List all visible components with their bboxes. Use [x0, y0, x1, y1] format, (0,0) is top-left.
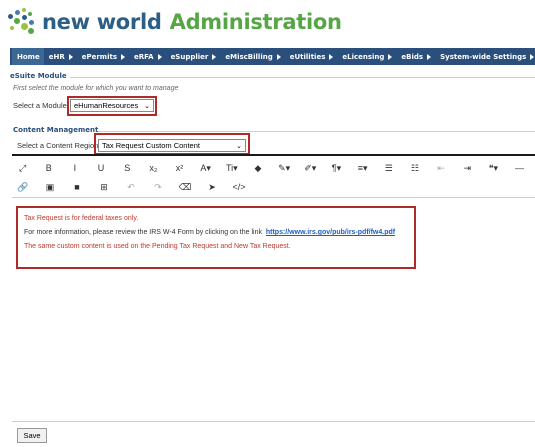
text-style-icon[interactable]: Ti▾ — [221, 159, 242, 177]
unordered-list-icon[interactable]: ☷ — [404, 159, 425, 177]
horizontal-rule-icon[interactable]: ― — [509, 159, 530, 177]
editor-content-highlight-box: Tax Request is for federal taxes only. F… — [16, 206, 416, 269]
caret-right-icon — [68, 53, 73, 60]
editor-bottom-border — [12, 421, 535, 422]
nav-item-elicensing[interactable]: eLicensing — [337, 48, 396, 65]
code-view-icon[interactable]: </> — [228, 178, 250, 196]
caret-right-icon — [388, 53, 393, 60]
module-hint: First select the module for which you wa… — [13, 85, 179, 92]
subscript-icon[interactable]: x₂ — [143, 159, 164, 177]
irs-form-link[interactable]: https://www.irs.gov/pub/irs-pdf/fw4.pdf — [266, 229, 395, 236]
text-color-icon[interactable]: ✎▾ — [274, 159, 295, 177]
nav-item-erfa[interactable]: eRFA — [129, 48, 166, 65]
section-divider — [98, 131, 535, 132]
nav-label: eUtilities — [289, 52, 326, 61]
nav-label: eHR — [48, 52, 65, 61]
align-icon[interactable]: ≡▾ — [352, 159, 373, 177]
italic-icon[interactable]: I — [64, 159, 85, 177]
redo-icon[interactable]: ↷ — [147, 178, 169, 196]
editor-top-border — [12, 154, 535, 156]
nav-label: eLicensing — [342, 52, 385, 61]
quote-icon[interactable]: ❝▾ — [483, 159, 504, 177]
indent-icon[interactable]: ⇥ — [457, 159, 478, 177]
nav-item-eutilities[interactable]: eUtilities — [285, 48, 338, 65]
editor-toolbar-row-2: 🔗 ▣ ■ ⊞ ↶ ↷ ⌫ ➤ </> — [12, 176, 535, 198]
nav-item-system-wide-settings[interactable]: System-wide Settings — [435, 48, 535, 65]
nav-item-epermits[interactable]: ePermits — [77, 48, 129, 65]
nav-item-ebids[interactable]: eBids — [396, 48, 435, 65]
content-region-highlight-box — [94, 133, 250, 155]
content-section-title: Content Management — [13, 126, 99, 134]
caret-right-icon — [427, 53, 432, 60]
video-icon[interactable]: ■ — [66, 178, 88, 196]
undo-icon[interactable]: ↶ — [120, 178, 142, 196]
nav-label: ePermits — [81, 52, 118, 61]
select-all-icon[interactable]: ➤ — [201, 178, 223, 196]
nav-label: eBids — [401, 52, 424, 61]
logo: new world Administration — [8, 6, 342, 38]
ordered-list-icon[interactable]: ☰ — [378, 159, 399, 177]
section-divider — [70, 77, 535, 78]
nav-label: Home — [17, 52, 40, 61]
image-icon[interactable]: ▣ — [39, 178, 61, 196]
strikethrough-icon[interactable]: S — [117, 159, 138, 177]
main-nav: Home eHR ePermits eRFA eSupplier eMiscBi… — [10, 48, 535, 65]
logo-dots-icon — [8, 8, 36, 36]
nav-item-emiscbilling[interactable]: eMiscBilling — [220, 48, 284, 65]
table-icon[interactable]: ⊞ — [93, 178, 115, 196]
content-region-label: Select a Content Region — [17, 141, 99, 150]
caret-right-icon — [157, 53, 162, 60]
clear-format-icon[interactable]: ⌫ — [174, 178, 196, 196]
underline-icon[interactable]: U — [90, 159, 111, 177]
module-highlight-box — [67, 96, 157, 116]
nav-item-ehr[interactable]: eHR — [44, 48, 77, 65]
module-label: Select a Module: — [13, 101, 69, 110]
caret-right-icon — [530, 53, 535, 60]
paragraph-icon[interactable]: ¶▾ — [326, 159, 347, 177]
caret-right-icon — [121, 53, 126, 60]
nav-label: eRFA — [134, 52, 154, 61]
highlight-icon[interactable]: ✐▾ — [300, 159, 321, 177]
nav-label: eMiscBilling — [225, 52, 273, 61]
nav-label: System-wide Settings — [440, 52, 527, 61]
save-button[interactable]: Save — [17, 428, 47, 443]
editor-line-2-text: For more information, please review the … — [24, 229, 262, 236]
editor-line-1: Tax Request is for federal taxes only. — [24, 215, 139, 222]
font-size-icon[interactable]: A▾ — [195, 159, 216, 177]
superscript-icon[interactable]: x² — [169, 159, 190, 177]
nav-item-esupplier[interactable]: eSupplier — [166, 48, 221, 65]
fullscreen-icon[interactable]: ⤢ — [12, 159, 33, 177]
editor-line-2: For more information, please review the … — [24, 226, 408, 240]
nav-label: eSupplier — [170, 52, 209, 61]
brand-name: new world — [42, 10, 162, 34]
caret-right-icon — [276, 53, 281, 60]
link-icon[interactable]: 🔗 — [12, 178, 34, 196]
bold-icon[interactable]: B — [38, 159, 59, 177]
brand-subtitle: Administration — [169, 10, 342, 34]
caret-right-icon — [329, 53, 334, 60]
caret-right-icon — [212, 53, 217, 60]
nav-item-home[interactable]: Home — [12, 48, 44, 65]
color-fill-icon[interactable]: ◆ — [247, 159, 268, 177]
editor-line-3: The same custom content is used on the P… — [24, 243, 291, 250]
esuite-section-title: eSuite Module — [10, 72, 67, 80]
outdent-icon[interactable]: ⇤ — [431, 159, 452, 177]
